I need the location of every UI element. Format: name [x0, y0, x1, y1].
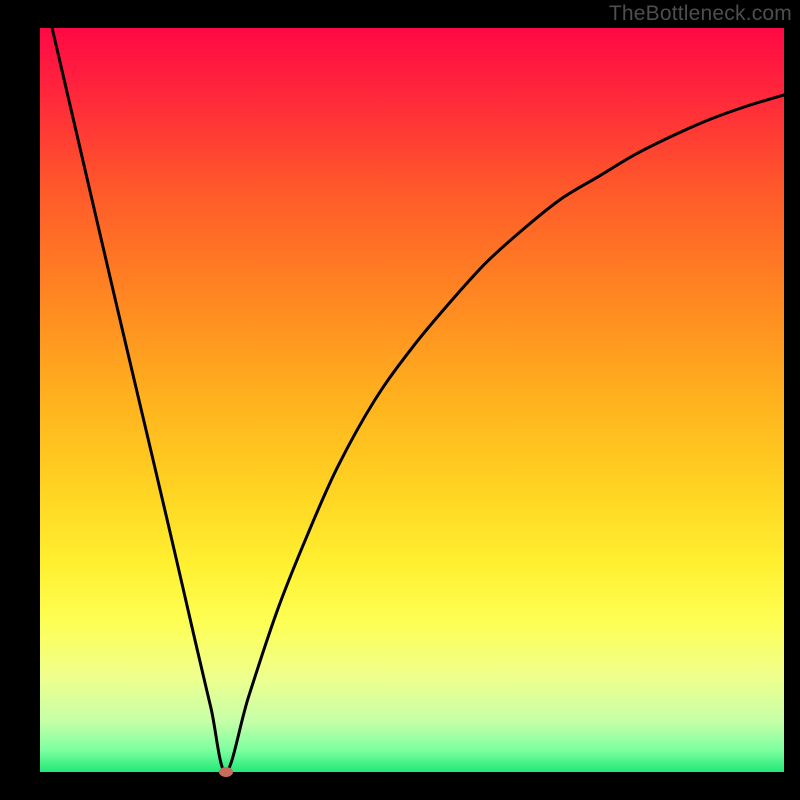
watermark-label: TheBottleneck.com: [609, 2, 792, 26]
bottleneck-chart: [0, 0, 800, 800]
chart-frame: TheBottleneck.com: [0, 0, 800, 800]
plot-background: [40, 28, 784, 772]
minimum-marker: [219, 767, 233, 777]
